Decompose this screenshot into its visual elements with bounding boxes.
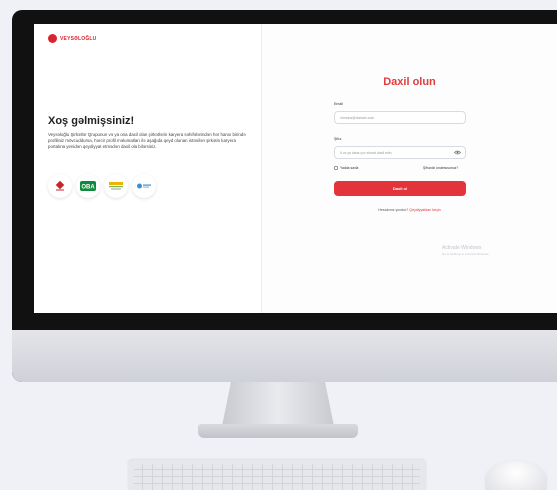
email-label: Email: [334, 102, 343, 106]
brand-mark-icon: [48, 34, 57, 43]
email-placeholder: nümunə@domain.com: [340, 115, 375, 120]
brand-logo[interactable]: VEYSƏLOĞLU: [48, 34, 96, 43]
monitor-stand: [222, 382, 334, 426]
password-placeholder: 6 və ya daha çox simvol daxil edin: [340, 150, 392, 155]
welcome-description: Veysəloğlu Şirkətlər Qrupunun və ya ona …: [48, 132, 246, 149]
veyseloglu-logo-icon: [55, 180, 65, 191]
yellow-logo-icon: [109, 182, 123, 190]
register-row: Hesabınız yoxdur? Qeydiyyatdan keçin: [262, 208, 557, 212]
brand-name: VEYSƏLOĞLU: [60, 35, 97, 42]
company-logo-oba[interactable]: OBA: [76, 174, 100, 198]
eye-icon[interactable]: [454, 150, 461, 155]
login-button[interactable]: Daxil ol: [334, 181, 466, 196]
forgot-password-link[interactable]: Şifrənizi unutmusunuz?: [423, 166, 458, 170]
company-logo-veyseloglu[interactable]: [48, 174, 72, 198]
register-link[interactable]: Qeydiyyatdan keçin: [409, 208, 440, 212]
login-panel: Daxil olun Email nümunə@domain.com Şifrə…: [262, 24, 557, 313]
monitor-stand-base: [198, 424, 358, 438]
welcome-title: Xoş gəlmişsiniz!: [48, 115, 135, 127]
blue-logo-icon: [137, 183, 151, 189]
mouse: [486, 461, 546, 490]
remember-me[interactable]: Yadda saxla: [334, 166, 358, 170]
company-logo-azerbaijan[interactable]: [104, 174, 128, 198]
company-logo-blue[interactable]: [132, 174, 156, 198]
watermark-line2: Go to Settings to activate Windows.: [442, 252, 490, 256]
welcome-panel: VEYSƏLOĞLU Xoş gəlmişsiniz! Veysəloğlu Ş…: [34, 24, 262, 313]
remember-label: Yadda saxla: [340, 166, 359, 170]
oba-logo-text: OBA: [81, 184, 95, 190]
register-prompt: Hesabınız yoxdur?: [378, 208, 409, 212]
screen: VEYSƏLOĞLU Xoş gəlmişsiniz! Veysəloğlu Ş…: [34, 24, 557, 313]
company-logos: OBA: [48, 174, 156, 198]
keyboard-keys: [134, 464, 420, 490]
oba-logo-icon: OBA: [80, 181, 96, 191]
email-input[interactable]: nümunə@domain.com: [334, 111, 466, 124]
watermark-line1: Activate Windows: [442, 245, 482, 251]
password-input[interactable]: 6 və ya daha çox simvol daxil edin: [334, 146, 466, 159]
keyboard: [128, 460, 426, 490]
remember-checkbox[interactable]: [334, 166, 338, 170]
login-title: Daxil olun: [383, 76, 436, 88]
windows-watermark: Activate Windows Go to Settings to activ…: [442, 245, 489, 256]
password-label: Şifrə: [334, 137, 342, 141]
monitor-chin: [12, 330, 557, 382]
